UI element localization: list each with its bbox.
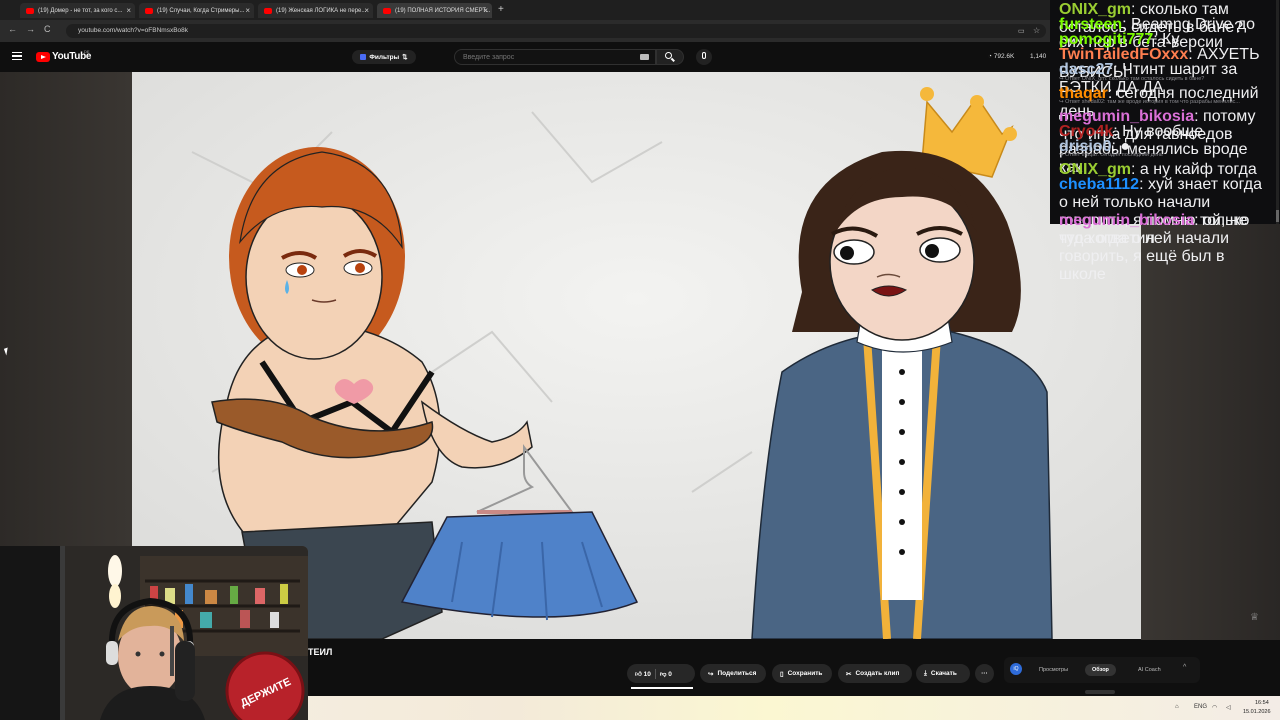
browser-tab-bar: (19) Домер - не тот, за кого с... × (19) … [0,0,1050,20]
forward-icon[interactable]: → [26,24,35,34]
keyboard-icon[interactable] [640,54,649,60]
back-icon[interactable]: ← [8,24,17,34]
like-ratio-bar [631,687,693,689]
chat-scrollbar-thumb[interactable] [1276,210,1279,222]
youtube-favicon-icon [383,7,391,14]
download-button[interactable]: ⤓ Скачать [916,664,970,683]
chevron-up-icon[interactable]: ^ [1183,664,1186,671]
tab-ai-coach[interactable]: AI Coach [1131,664,1168,676]
filter-button[interactable]: Фильтры ⇅ [352,50,416,64]
close-tab-icon[interactable]: × [483,6,488,15]
wifi-icon[interactable]: ◠ [1212,704,1217,711]
bookmark-star-icon[interactable]: ☆ [1033,26,1040,35]
clock-date[interactable]: 15.01.2026 [1243,709,1271,715]
search-input[interactable] [454,49,656,65]
channel-watermark-icon[interactable]: ♕ [1250,612,1259,623]
divider [654,668,656,679]
page-background-right [1141,224,1280,640]
close-tab-icon[interactable]: × [364,6,369,15]
url-field[interactable]: youtube.com/watch?v=oFBNmsxBo8k [66,24,1046,38]
language-indicator[interactable]: ENG [1194,704,1207,710]
youtube-logo-icon[interactable] [36,52,50,62]
create-clip-button[interactable]: ✂ Создать клип [838,664,912,683]
network-icon[interactable]: ⌂ [1175,704,1179,710]
extension-logo-icon[interactable]: iQ [1010,663,1022,675]
new-tab-button[interactable]: + [498,4,504,15]
tab-views[interactable]: Просмотры [1032,664,1075,676]
youtube-favicon-icon [264,7,272,14]
browser-tab[interactable]: (19) Случаи, Когда Стримеры... × [139,3,254,18]
scissors-icon: ✂ [846,670,852,678]
extension-stat-secondary: 1,140 [1030,53,1047,60]
dislike-button[interactable]: 👎︎ 0 [660,670,672,678]
like-dislike-group: 👍︎ 10 👎︎ 0 [627,664,695,683]
region-code: DE [84,49,90,54]
reload-icon[interactable]: C [44,24,51,34]
thumbs-down-icon: 👎︎ [659,670,667,678]
browser-tab[interactable]: (19) Домер - не тот, за кого с... × [20,3,135,18]
hamburger-menu-icon[interactable] [12,52,22,60]
save-button[interactable]: ▯ Сохранить [772,664,832,683]
thumbs-up-icon: 👍︎ [635,670,642,678]
chat-reply-context: ↪ Ответ shedal02: там же вроде история в… [1059,99,1240,105]
more-actions-button[interactable]: ··· [975,664,994,683]
like-button[interactable]: 👍︎ 10 [635,670,651,678]
browser-tab-active[interactable]: (19) ПОЛНАЯ ИСТОРИЯ СМЕРТ... × [377,3,492,18]
cast-icon[interactable]: ▭ [1018,27,1025,35]
webcam-image: ДЕРЖИТЕ [0,546,308,720]
chat-scrollbar[interactable] [1276,0,1279,224]
extension-stat-views: ◔ 792.6K [988,53,1015,60]
chat-message: megumin_bikosia: ой, не туда ответил [1059,212,1248,247]
chat-reply-context: ↪ Ответ ONIX_gm: сколько там осталось си… [1059,76,1205,82]
tab-overview[interactable]: Обзор [1085,664,1116,676]
share-button[interactable]: ↪ Поделиться [700,664,766,683]
microphone-icon[interactable] [702,52,706,59]
download-icon: ⤓ [924,669,927,677]
volume-icon[interactable]: ◁ [1226,704,1231,711]
youtube-favicon-icon [26,7,34,14]
clock-time[interactable]: 16:54 [1255,700,1269,706]
bookmark-icon: ▯ [780,670,784,678]
panel-handle[interactable] [1085,690,1115,694]
close-tab-icon[interactable]: × [245,6,250,15]
youtube-favicon-icon [145,7,153,14]
sliders-icon: ⇅ [402,54,408,61]
browser-tab[interactable]: (19) Женская ЛОГИКА не пере... × [258,3,373,18]
streamer-webcam: ДЕРЖИТЕ [0,546,308,720]
share-arrow-icon: ↪ [708,670,714,678]
extension-icon [360,54,367,60]
video-title: ТЕИЛ [308,647,333,657]
chat-reply-context: ↪ Ответ thaqar: сегодня последний день [1059,152,1163,158]
close-tab-icon[interactable]: × [126,6,131,15]
search-icon[interactable] [665,52,672,59]
